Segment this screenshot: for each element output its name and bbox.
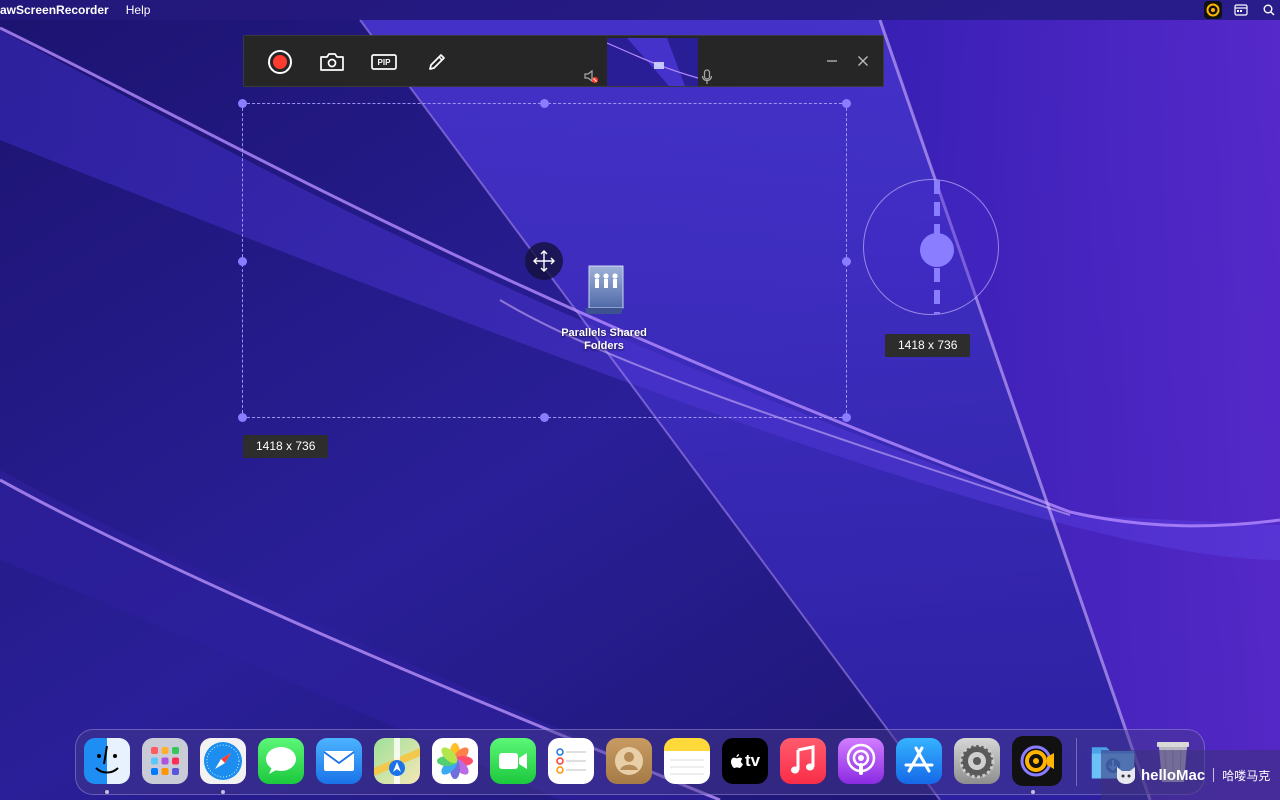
dock: tv [75,729,1205,795]
watermark-separator [1213,768,1215,782]
resize-handle-top-right[interactable] [842,99,851,108]
resize-handle-top-left[interactable] [238,99,247,108]
resize-handle-bottom-right[interactable] [842,413,851,422]
appletv-icon [730,754,743,768]
photos-icon [437,743,473,779]
annotate-button[interactable] [422,47,452,77]
recorder-toolbar: PIP [243,35,884,87]
contacts-icon [615,747,643,775]
dock-maps[interactable] [374,738,420,784]
dock-system-settings[interactable] [954,738,1000,784]
shared-folder-drive-icon [585,265,624,314]
dock-launchpad[interactable] [142,738,188,784]
facetime-icon [499,753,527,769]
screen-preview-thumbnail[interactable] [607,38,698,86]
screen-recorder-status-icon[interactable] [1204,1,1222,19]
resize-handle-left[interactable] [238,257,247,266]
watermark: helloMac 哈喽马克 [1101,750,1280,800]
minimize-button[interactable] [824,53,840,69]
dock-screen-recorder[interactable] [1012,736,1062,786]
microphone-toggle[interactable] [699,69,715,85]
record-button[interactable] [265,47,295,77]
dock-contacts[interactable] [606,738,652,784]
menu-app-name[interactable]: awScreenRecorder [0,3,109,17]
resize-handle-bottom-left[interactable] [238,413,247,422]
dock-apple-tv[interactable]: tv [722,738,768,784]
pencil-icon [429,54,445,70]
dock-messages[interactable] [258,738,304,784]
cursor-magnifier [863,179,999,315]
dock-mail[interactable] [316,738,362,784]
dock-app-store[interactable] [896,738,942,784]
dock-safari[interactable] [200,738,246,784]
resize-handle-bottom[interactable] [540,413,549,422]
magnifier-dimensions-label: 1418 x 736 [885,334,971,357]
watermark-cn: 哈喽马克 [1222,768,1271,783]
pip-button[interactable]: PIP [369,47,399,77]
safari-icon [204,742,242,780]
move-arrows-icon [533,250,555,272]
menubar-search-icon[interactable] [1260,1,1278,19]
dock-music[interactable] [780,738,826,784]
record-icon [268,50,292,74]
microphone-icon [701,69,713,84]
podcasts-icon [846,743,876,775]
camera-icon [320,53,344,71]
dock-photos[interactable] [432,738,478,784]
speaker-toggle[interactable] [583,68,599,84]
dock-running-indicator-finder [105,790,109,794]
desktop-icon-parallels-shared-folders[interactable]: Parallels Shared Folders [555,262,653,353]
system-settings-icon [959,743,995,779]
dock-running-indicator-screen-recorder [1031,790,1035,794]
launchpad-icon [151,747,179,775]
hellomac-logo-icon [1117,767,1135,784]
speaker-muted-icon [584,69,598,83]
resize-handle-top[interactable] [540,99,549,108]
notes-icon [670,759,704,775]
minimize-icon [827,60,837,62]
desktop-icon-label: Parallels Shared Folders [561,327,647,352]
appletv-label: tv [744,751,761,770]
selection-dimensions-label: 1418 x 736 [243,435,329,458]
maps-icon [374,738,420,784]
messages-icon [266,747,296,774]
screenshot-button[interactable] [317,47,347,77]
pip-label: PIP [377,57,391,67]
appstore-icon [904,746,934,773]
music-icon [791,745,815,774]
screen-recorder-icon [1020,745,1054,777]
dock-notes[interactable] [664,738,710,784]
status-area [1204,0,1280,20]
finder-icon [95,745,119,774]
resize-handle-right[interactable] [842,257,851,266]
dock-podcasts[interactable] [838,738,884,784]
close-button[interactable] [855,53,871,69]
dock-finder[interactable] [84,738,130,784]
dock-reminders[interactable] [548,738,594,784]
mail-icon [323,751,355,771]
watermark-brand: helloMac [1141,766,1206,784]
reminders-icon [556,748,586,774]
menu-help[interactable]: Help [126,3,151,17]
close-icon [858,56,868,66]
dock-facetime[interactable] [490,738,536,784]
menu-bar: awScreenRecorder Help [0,0,1280,20]
dock-separator [1076,738,1077,786]
dock-running-indicator-safari [221,790,225,794]
menubar-calendar-icon[interactable] [1232,1,1250,19]
